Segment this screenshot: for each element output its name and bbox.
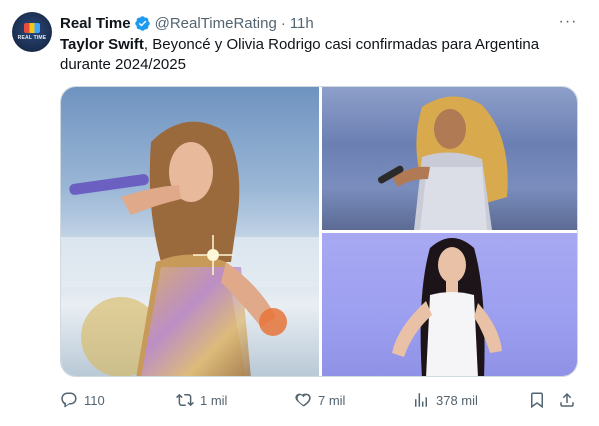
share-button[interactable] bbox=[558, 388, 576, 412]
tweet-time[interactable]: 11h bbox=[290, 15, 314, 32]
tweet-text-bold[interactable]: Taylor Swift bbox=[60, 36, 144, 53]
olivia-illustration bbox=[392, 238, 502, 376]
retweet-icon bbox=[176, 393, 194, 407]
like-count: 7 mil bbox=[318, 392, 346, 408]
separator-dot: · bbox=[280, 14, 286, 32]
media-image-taylor[interactable] bbox=[61, 87, 319, 376]
retweet-button[interactable]: 1 mil bbox=[176, 388, 227, 412]
media-grid bbox=[60, 86, 578, 377]
media-image-beyonce[interactable] bbox=[322, 87, 577, 230]
share-icon bbox=[560, 392, 574, 407]
taylor-illustration bbox=[61, 121, 319, 376]
views-icon bbox=[415, 393, 427, 407]
verified-badge-icon[interactable] bbox=[134, 15, 151, 32]
media-image-olivia[interactable] bbox=[322, 233, 577, 376]
reply-icon bbox=[61, 392, 77, 408]
avatar-logo-text: REAL TIME bbox=[17, 35, 47, 41]
author-handle[interactable]: @RealTimeRating bbox=[155, 15, 277, 32]
retweet-count: 1 mil bbox=[200, 392, 228, 408]
tweet-text: Taylor Swift, Beyoncé y Olivia Rodrigo c… bbox=[60, 35, 580, 75]
tweet[interactable]: REAL TIME Real Time @RealTimeRating · 11… bbox=[0, 0, 599, 426]
like-icon bbox=[295, 393, 311, 407]
reply-count: 110 bbox=[84, 392, 105, 408]
like-button[interactable]: 7 mil bbox=[294, 388, 345, 412]
beyonce-illustration bbox=[377, 96, 508, 230]
bookmark-icon bbox=[531, 392, 543, 409]
tweet-actions: 110 1 mil 7 mil 378 mil bbox=[60, 388, 580, 412]
author-name[interactable]: Real Time bbox=[60, 15, 131, 32]
more-icon[interactable]: ··· bbox=[556, 12, 580, 32]
reply-button[interactable]: 110 bbox=[60, 388, 105, 412]
avatar[interactable]: REAL TIME bbox=[12, 12, 52, 52]
logo-icon bbox=[24, 23, 40, 33]
views-count: 378 mil bbox=[436, 392, 478, 408]
bookmark-button[interactable] bbox=[528, 388, 546, 412]
tweet-header: Real Time @RealTimeRating · 11h bbox=[60, 13, 314, 33]
views-button[interactable]: 378 mil bbox=[412, 388, 478, 412]
